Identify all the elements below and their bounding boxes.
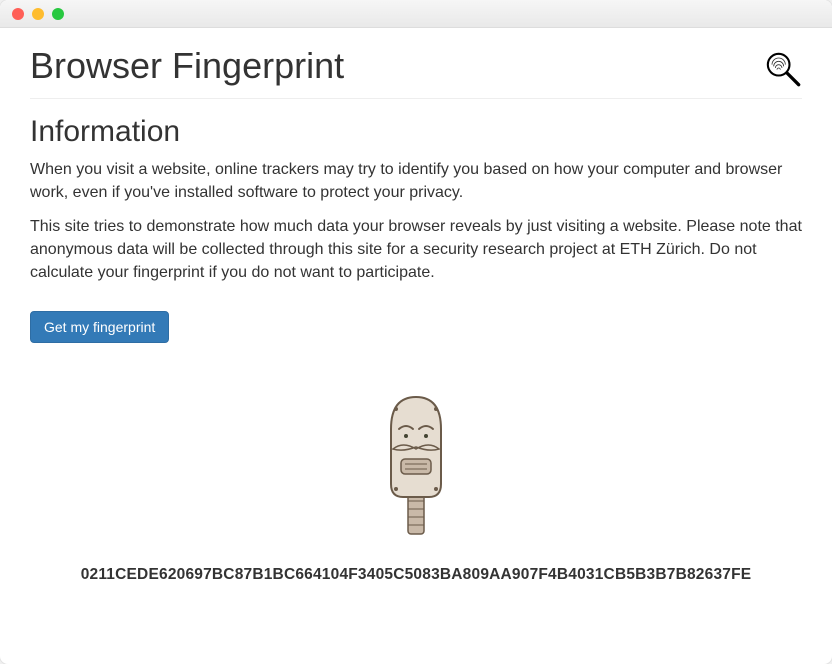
page-title: Browser Fingerprint (30, 46, 344, 86)
info-paragraph-1: When you visit a website, online tracker… (30, 159, 802, 204)
app-window: Browser Fingerprint Information When you… (0, 0, 832, 664)
robot-avatar (30, 389, 802, 544)
fingerprint-magnifier-icon (762, 48, 802, 88)
section-heading: Information (30, 115, 802, 149)
fingerprint-hash: 0211CEDE620697BC87B1BC664104F3405C5083BA… (30, 566, 802, 584)
window-minimize-icon[interactable] (32, 8, 44, 20)
window-close-icon[interactable] (12, 8, 24, 20)
info-paragraph-2: This site tries to demonstrate how much … (30, 216, 802, 284)
page-header: Browser Fingerprint (30, 46, 802, 99)
get-fingerprint-button[interactable]: Get my fingerprint (30, 311, 169, 343)
window-titlebar (0, 0, 832, 28)
page-content: Browser Fingerprint Information When you… (0, 28, 832, 604)
window-maximize-icon[interactable] (52, 8, 64, 20)
